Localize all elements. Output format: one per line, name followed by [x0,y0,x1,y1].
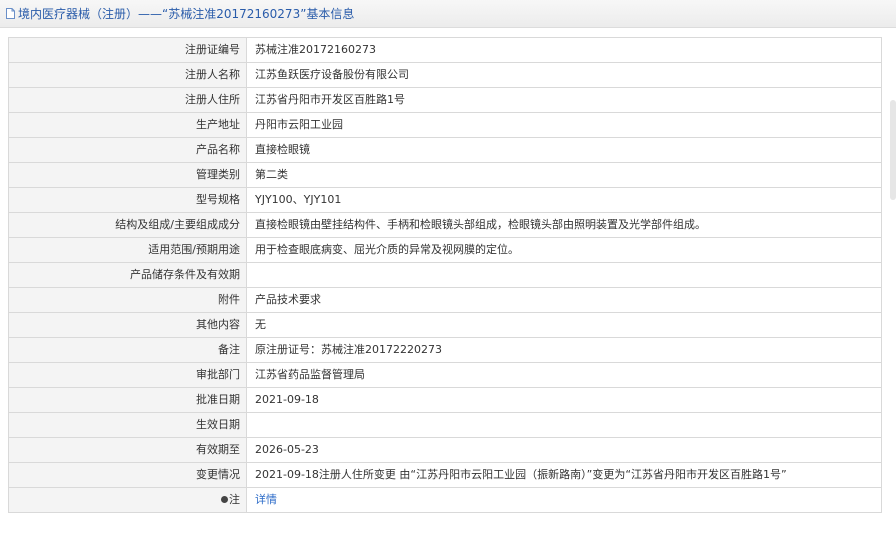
row-value: 江苏省丹阳市开发区百胜路1号 [246,87,882,113]
table-row: 产品名称 直接检眼镜 [8,137,882,163]
table-row: 审批部门 江苏省药品监督管理局 [8,362,882,388]
row-label: 其他内容 [8,312,247,338]
row-label: 有效期至 [8,437,247,463]
row-label: 注册人住所 [8,87,247,113]
row-value [246,262,882,288]
note-value-cell: 详情 [246,487,882,513]
table-row: 生效日期 [8,412,882,438]
row-label: 注册证编号 [8,37,247,63]
row-label: 结构及组成/主要组成成分 [8,212,247,238]
bullet-icon [221,495,228,503]
table-row: 型号规格 YJY100、YJY101 [8,187,882,213]
row-label: 型号规格 [8,187,247,213]
row-label: 管理类别 [8,162,247,188]
table-row: 注册人名称 江苏鱼跃医疗设备股份有限公司 [8,62,882,88]
details-link[interactable]: 详情 [255,493,277,506]
row-value: 江苏鱼跃医疗设备股份有限公司 [246,62,882,88]
table-row: 生产地址 丹阳市云阳工业园 [8,112,882,138]
row-label: 备注 [8,337,247,363]
row-value: 直接检眼镜 [246,137,882,163]
row-value: 用于检查眼底病变、屈光介质的异常及视网膜的定位。 [246,237,882,263]
document-icon [6,8,15,19]
table-row: 备注 原注册证号：苏械注准20172220273 [8,337,882,363]
table-row: 其他内容无 [8,312,882,338]
table-row: 产品储存条件及有效期 [8,262,882,288]
info-table: 注册证编号 苏械注准20172160273 注册人名称 江苏鱼跃医疗设备股份有限公司… [8,37,882,513]
table-row: 批准日期 2021-09-18 [8,387,882,413]
table-row: 结构及组成/主要组成成分 直接检眼镜由壁挂结构件、手柄和检眼镜头部组成，检眼镜头部… [8,212,882,238]
note-label: 注 [229,493,240,506]
row-label: 注册人名称 [8,62,247,88]
table-row: 注册人住所 江苏省丹阳市开发区百胜路1号 [8,87,882,113]
page-title: 境内医疗器械（注册）——“苏械注准20172160273”基本信息 [18,7,355,21]
table-row-note: 注 详情 [8,487,882,513]
table-row: 有效期至 2026-05-23 [8,437,882,463]
table-row: 附件 产品技术要求 [8,287,882,313]
page-header: 境内医疗器械（注册）——“苏械注准20172160273”基本信息 [0,0,896,28]
row-value: 2021-09-18 [246,387,882,413]
row-value: 丹阳市云阳工业园 [246,112,882,138]
row-value: 直接检眼镜由壁挂结构件、手柄和检眼镜头部组成，检眼镜头部由照明装置及光学部件组成… [246,212,882,238]
row-label: 审批部门 [8,362,247,388]
row-value: 原注册证号：苏械注准20172220273 [246,337,882,363]
row-label: 生效日期 [8,412,247,438]
table-row: 变更情况 2021-09-18注册人住所变更 由“江苏丹阳市云阳工业园（振新路南）… [8,462,882,488]
note-label-cell: 注 [8,487,247,513]
row-value [246,412,882,438]
row-value: 江苏省药品监督管理局 [246,362,882,388]
row-value: 苏械注准20172160273 [246,37,882,63]
row-label: 产品储存条件及有效期 [8,262,247,288]
table-row: 管理类别 第二类 [8,162,882,188]
row-label: 变更情况 [8,462,247,488]
row-label: 批准日期 [8,387,247,413]
row-label: 生产地址 [8,112,247,138]
row-label: 适用范围/预期用途 [8,237,247,263]
row-value: 无 [246,312,882,338]
table-row: 注册证编号 苏械注准20172160273 [8,37,882,63]
row-value: 2026-05-23 [246,437,882,463]
row-label: 附件 [8,287,247,313]
table-row: 适用范围/预期用途 用于检查眼底病变、屈光介质的异常及视网膜的定位。 [8,237,882,263]
row-value: 第二类 [246,162,882,188]
scrollbar[interactable] [890,100,896,200]
info-table-wrapper: 注册证编号 苏械注准20172160273 注册人名称 江苏鱼跃医疗设备股份有限公司… [8,37,882,513]
row-value: YJY100、YJY101 [246,187,882,213]
row-label: 产品名称 [8,137,247,163]
row-value: 产品技术要求 [246,287,882,313]
row-value: 2021-09-18注册人住所变更 由“江苏丹阳市云阳工业园（振新路南）”变更为… [246,462,882,488]
